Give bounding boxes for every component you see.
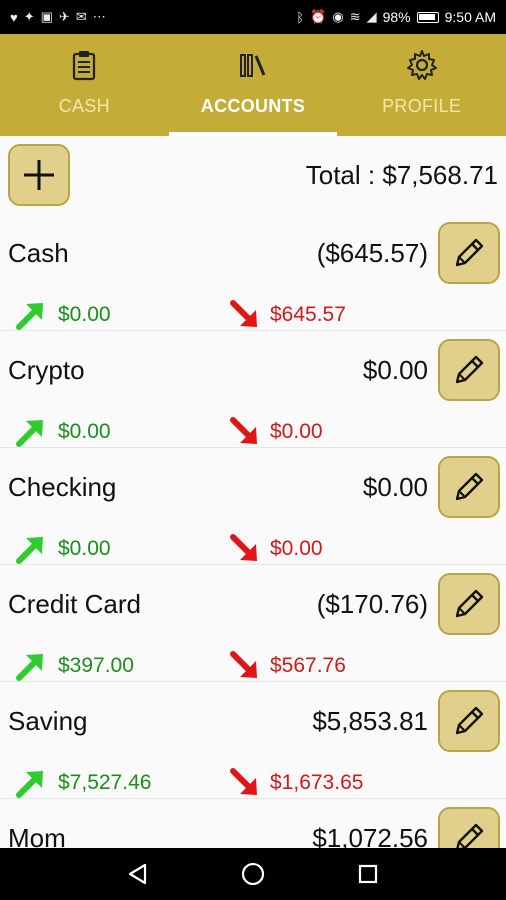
pencil-icon xyxy=(455,589,484,618)
pencil-icon xyxy=(455,472,484,501)
edit-account-button[interactable] xyxy=(438,456,500,518)
pencil-icon xyxy=(456,823,484,848)
back-button[interactable] xyxy=(118,854,158,894)
account-row: Mom $1,072.56 xyxy=(0,799,506,848)
back-icon xyxy=(128,863,146,885)
twitter-icon: ✈ xyxy=(58,9,70,24)
gear-icon xyxy=(406,50,437,80)
arrow-down-right-icon xyxy=(230,300,257,327)
arrow-down-right-icon xyxy=(230,534,257,561)
total-balance: Total : $7,568.71 xyxy=(305,159,498,190)
add-account-button[interactable] xyxy=(8,144,70,206)
clock: 9:50 AM xyxy=(444,9,496,25)
arrow-down-right-icon xyxy=(230,417,257,444)
account-balance: $0.00 xyxy=(362,355,428,385)
heart-icon: ♥ xyxy=(10,9,18,25)
edit-account-button[interactable] xyxy=(438,339,500,401)
account-outflow: $1,673.65 xyxy=(228,766,363,800)
account-inflow: $0.00 xyxy=(14,415,111,449)
edit-account-button[interactable] xyxy=(438,573,500,635)
home-icon xyxy=(241,862,265,886)
tab-profile-label: PROFILE xyxy=(382,96,462,116)
inflow-amount: $0.00 xyxy=(58,420,111,443)
outflow-amount: $1,673.65 xyxy=(270,771,364,794)
arrow-up-right-icon xyxy=(16,303,43,330)
arrow-down-right-icon xyxy=(230,768,257,795)
accounts-list: Cash ($645.57) $0.00 $645.57 Crypto $0.0… xyxy=(0,214,506,848)
account-name: Cash xyxy=(8,238,69,268)
account-balance: ($645.57) xyxy=(316,238,428,268)
tab-cash[interactable]: CASH xyxy=(0,34,169,136)
outflow-amount: $0.00 xyxy=(270,537,323,560)
account-name: Crypto xyxy=(8,355,85,385)
account-name: Credit Card xyxy=(8,589,141,619)
account-row: Crypto $0.00 $0.00 $0.00 xyxy=(0,331,506,448)
edit-account-button[interactable] xyxy=(438,807,500,848)
mail-icon: ✉ xyxy=(75,9,87,24)
tab-cash-label: CASH xyxy=(58,96,110,116)
inflow-amount: $7,527.46 xyxy=(58,771,152,794)
pencil-icon xyxy=(455,706,484,735)
tab-bar: CASH ACCOUNTS PROFILE xyxy=(0,34,506,136)
inflow-amount: $0.00 xyxy=(58,303,111,326)
gamepad-icon: ✦ xyxy=(23,9,35,24)
image-icon: ▣ xyxy=(40,9,53,24)
account-inflow: $0.00 xyxy=(14,298,111,332)
alarm-icon: ⏰ xyxy=(310,9,327,24)
recents-button[interactable] xyxy=(348,854,388,894)
battery-percent: 98% xyxy=(382,9,411,25)
edit-account-button[interactable] xyxy=(438,222,500,284)
battery-icon xyxy=(416,11,439,23)
inflow-amount: $397.00 xyxy=(58,654,134,677)
inflow-amount: $0.00 xyxy=(58,537,111,560)
accounts-header: Total : $7,568.71 xyxy=(0,136,506,214)
plus-icon xyxy=(24,160,54,190)
status-left: ♥ ✦ ▣ ✈ ✉ ⋯ xyxy=(10,9,106,25)
account-balance: ($170.76) xyxy=(316,589,428,619)
tab-profile[interactable]: PROFILE xyxy=(337,34,506,136)
account-row: Checking $0.00 $0.00 $0.00 xyxy=(0,448,506,565)
account-balance: $0.00 xyxy=(362,472,428,502)
bluetooth-icon: ᛒ xyxy=(296,9,305,25)
account-name: Saving xyxy=(8,706,88,736)
account-row: Cash ($645.57) $0.00 $645.57 xyxy=(0,214,506,331)
account-inflow: $7,527.46 xyxy=(14,766,151,800)
pencil-icon xyxy=(455,238,484,267)
recents-icon xyxy=(359,864,378,884)
outflow-amount: $567.76 xyxy=(270,654,346,677)
account-row: Saving $5,853.81 $7,527.46 $1,673.65 xyxy=(0,682,506,799)
account-balance: $5,853.81 xyxy=(312,706,428,736)
account-outflow: $645.57 xyxy=(228,298,346,332)
more-icon: ⋯ xyxy=(92,9,106,24)
edit-account-button[interactable] xyxy=(438,690,500,752)
home-button[interactable] xyxy=(233,854,273,894)
pencil-icon xyxy=(455,355,484,384)
account-outflow: $0.00 xyxy=(228,532,323,566)
account-inflow: $0.00 xyxy=(14,532,111,566)
wifi-icon: ≋ xyxy=(349,9,361,24)
clipboard-icon xyxy=(73,51,96,81)
tab-accounts[interactable]: ACCOUNTS xyxy=(168,34,338,136)
account-inflow: $397.00 xyxy=(14,649,134,683)
account-outflow: $0.00 xyxy=(228,415,323,449)
account-name: Checking xyxy=(8,472,117,502)
eye-icon: ◉ xyxy=(332,9,344,24)
arrow-down-right-icon xyxy=(230,651,257,678)
arrow-up-right-icon xyxy=(16,771,43,798)
outflow-amount: $645.57 xyxy=(270,303,346,326)
system-nav-bar xyxy=(0,848,506,900)
status-right: ᛒ ⏰ ◉ ≋ ◢ 98% 9:50 AM xyxy=(296,9,496,25)
account-row: Credit Card ($170.76) $397.00 $567.76 xyxy=(0,565,506,682)
outflow-amount: $0.00 xyxy=(270,420,323,443)
signal-icon: ◢ xyxy=(366,9,377,24)
arrow-up-right-icon xyxy=(16,420,43,447)
account-name: Mom xyxy=(8,823,66,848)
arrow-up-right-icon xyxy=(16,654,43,681)
status-bar: ♥ ✦ ▣ ✈ ✉ ⋯ ᛒ ⏰ ◉ ≋ ◢ 98% 9:50 AM xyxy=(0,0,506,34)
books-icon xyxy=(240,54,266,77)
arrow-up-right-icon xyxy=(16,537,43,564)
account-balance: $1,072.56 xyxy=(312,823,428,848)
account-outflow: $567.76 xyxy=(228,649,346,683)
tab-accounts-label: ACCOUNTS xyxy=(200,96,306,116)
